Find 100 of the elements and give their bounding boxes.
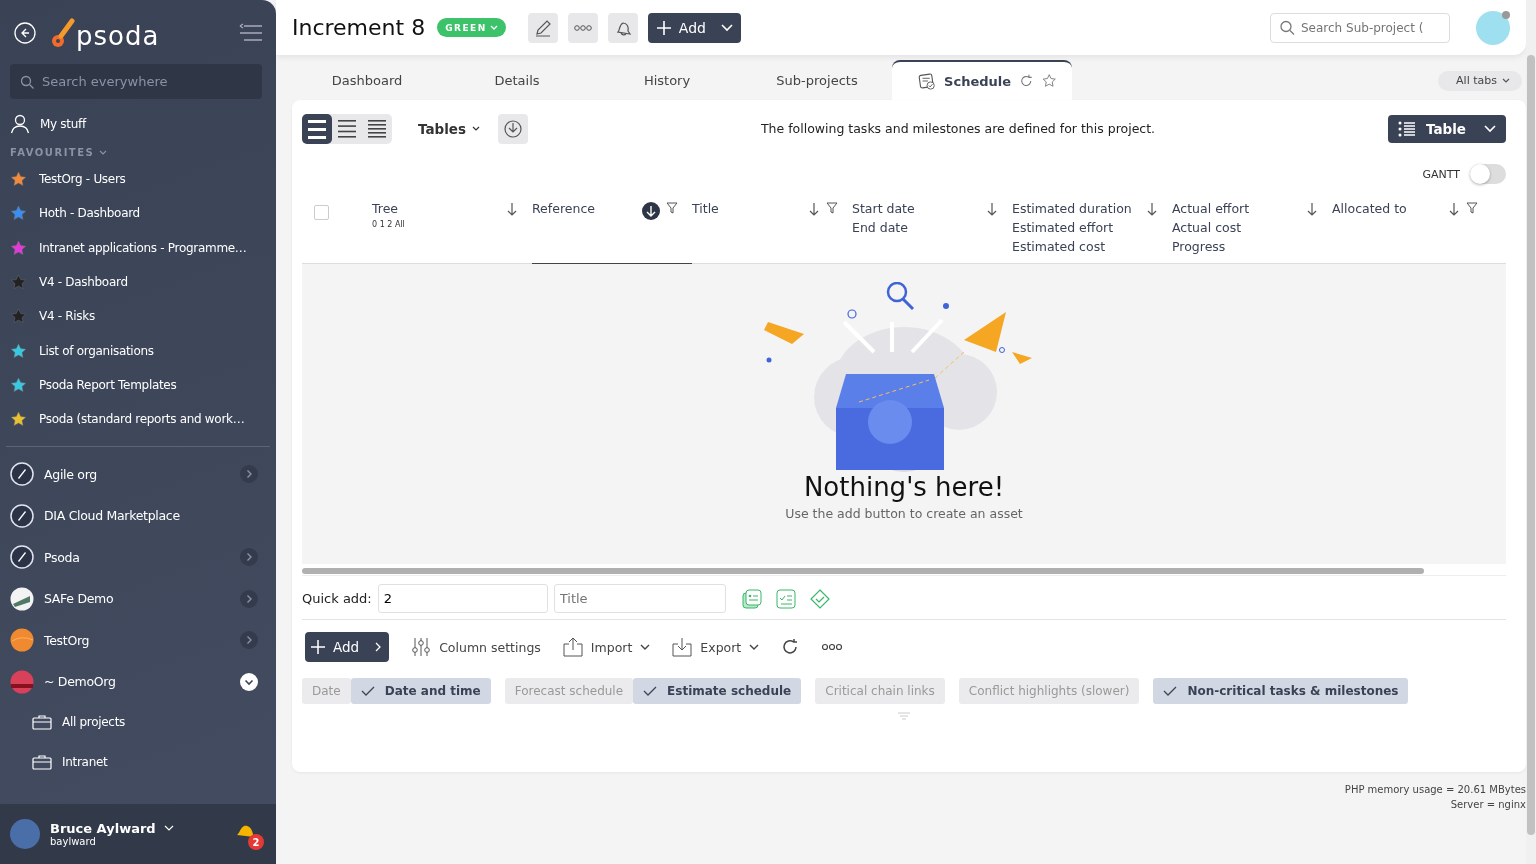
column-header[interactable]: Tree bbox=[372, 199, 405, 218]
tree-level-links[interactable]: 0 1 2 All bbox=[372, 220, 405, 229]
column-settings-button[interactable]: Column settings bbox=[411, 637, 541, 657]
column-header[interactable]: Allocated to bbox=[1332, 199, 1407, 218]
column-header[interactable]: Estimated cost bbox=[1012, 237, 1132, 256]
favourite-link[interactable]: Psoda Report Templates bbox=[0, 367, 276, 403]
option-toggle[interactable]: Non-critical tasks & milestones bbox=[1153, 678, 1409, 704]
column-header[interactable]: End date bbox=[852, 218, 915, 237]
tab[interactable]: History bbox=[592, 60, 742, 100]
server-info-text: PHP memory usage = 20.61 MBytes bbox=[1343, 783, 1526, 797]
filter-icon[interactable] bbox=[826, 202, 838, 214]
option-toggle[interactable]: Estimate schedule bbox=[633, 678, 802, 704]
chevron-down-icon[interactable] bbox=[1502, 77, 1510, 84]
column-header[interactable]: Estimated duration bbox=[1012, 199, 1132, 218]
user-name[interactable]: Bruce Aylward bbox=[50, 821, 156, 836]
tab[interactable]: Details bbox=[442, 60, 592, 100]
reference-input[interactable]: 2 bbox=[377, 584, 548, 613]
all-tabs-button[interactable]: All tabs bbox=[1438, 70, 1522, 91]
presence-dot bbox=[1502, 10, 1510, 19]
title-input[interactable]: Title bbox=[553, 584, 726, 613]
organisation-link[interactable]: Psoda bbox=[0, 536, 276, 578]
upload-icon[interactable] bbox=[562, 637, 583, 657]
chevron-down-icon[interactable] bbox=[640, 643, 651, 651]
add-task-icon[interactable] bbox=[775, 588, 796, 609]
chevron-right-icon[interactable] bbox=[375, 642, 382, 652]
vertical-scrollbar[interactable] bbox=[1526, 0, 1536, 864]
user-login: baylward bbox=[50, 836, 97, 847]
sort-icon[interactable] bbox=[808, 202, 820, 216]
tab[interactable]: Sub-projects bbox=[742, 60, 892, 100]
organisation-avatar-icon bbox=[10, 628, 34, 653]
collapse-icon[interactable] bbox=[240, 672, 258, 691]
favourite-link[interactable]: Intranet applications - Programme… bbox=[0, 230, 276, 265]
organisation-avatar-icon bbox=[10, 503, 34, 528]
favourite-link[interactable]: V4 - Risks bbox=[0, 299, 276, 334]
column-header[interactable]: Actual effort bbox=[1172, 199, 1250, 218]
sort-icon[interactable] bbox=[1146, 202, 1158, 216]
check-icon[interactable] bbox=[360, 685, 375, 697]
organisation-link[interactable]: TestOrg bbox=[0, 619, 276, 661]
density-switch[interactable] bbox=[302, 113, 392, 144]
plus-icon[interactable] bbox=[655, 19, 672, 36]
resize-handle-icon[interactable] bbox=[897, 712, 911, 720]
organisation-link[interactable]: DIA Cloud Marketplace bbox=[0, 494, 276, 537]
filter-icon[interactable] bbox=[1466, 202, 1478, 214]
gantt-toggle[interactable] bbox=[1470, 164, 1506, 184]
tables-dropdown[interactable]: Tables bbox=[412, 119, 487, 138]
filter-icon[interactable] bbox=[666, 202, 678, 214]
column-header[interactable]: Progress bbox=[1172, 237, 1250, 256]
collapse-menu-icon[interactable] bbox=[238, 23, 264, 43]
organisation-link[interactable]: Agile org bbox=[0, 453, 276, 495]
plus-icon[interactable] bbox=[311, 640, 325, 654]
add-button[interactable]: Add bbox=[647, 12, 741, 43]
add-button[interactable]: Add bbox=[305, 632, 390, 662]
view-dropdown[interactable]: Table bbox=[1387, 114, 1506, 143]
organisation-link[interactable]: ~ DemoOrg bbox=[0, 660, 276, 703]
star-icon[interactable] bbox=[1041, 73, 1056, 89]
sort-icon[interactable] bbox=[986, 202, 998, 216]
my-stuff-link[interactable]: My stuff bbox=[0, 107, 276, 141]
check-icon[interactable] bbox=[643, 685, 658, 697]
sliders-icon[interactable] bbox=[411, 637, 432, 657]
favourite-link[interactable]: List of organisations bbox=[0, 333, 276, 368]
chevron-down-icon[interactable] bbox=[749, 643, 760, 651]
search-icon bbox=[1280, 20, 1295, 35]
favourite-link[interactable]: Psoda (standard reports and work… bbox=[0, 402, 276, 437]
favourite-link[interactable]: V4 - Dashboard bbox=[0, 264, 276, 300]
list-icon[interactable] bbox=[1397, 120, 1416, 137]
organisation-avatar-icon bbox=[10, 462, 34, 487]
refresh-icon[interactable] bbox=[781, 638, 800, 656]
server-info-text: Server = nginx bbox=[1449, 798, 1526, 812]
back-icon[interactable] bbox=[14, 22, 36, 44]
favourite-link[interactable]: Hoth - Dashboard bbox=[0, 196, 276, 231]
chevron-down-icon[interactable] bbox=[472, 125, 481, 132]
more-icon[interactable] bbox=[821, 642, 844, 652]
project-link[interactable]: All projects bbox=[0, 702, 276, 743]
empty-state-message: Use the add button to create an asset bbox=[785, 506, 1023, 521]
organisation-link[interactable]: SAFe Demo bbox=[0, 577, 276, 620]
option-toggle[interactable]: Date and time bbox=[350, 678, 491, 704]
search-field[interactable]: Search everywhere bbox=[10, 64, 262, 99]
column-header[interactable]: Reference bbox=[532, 199, 595, 218]
profile-avatar[interactable] bbox=[1476, 10, 1510, 45]
column-header[interactable]: Estimated effort bbox=[1012, 218, 1132, 237]
export-button[interactable]: Export bbox=[672, 637, 760, 657]
tab[interactable]: Dashboard bbox=[292, 60, 442, 100]
column-header[interactable]: Actual cost bbox=[1172, 218, 1250, 237]
project-link[interactable]: Intranet bbox=[0, 742, 276, 783]
sort-icon[interactable] bbox=[506, 202, 518, 216]
import-button[interactable]: Import bbox=[562, 637, 651, 657]
refresh-icon[interactable] bbox=[1019, 73, 1034, 89]
favourite-link[interactable]: TestOrg - Users bbox=[0, 162, 276, 197]
column-header[interactable]: Title bbox=[692, 199, 719, 218]
sort-icon[interactable] bbox=[1448, 202, 1460, 216]
add-task-group-icon[interactable] bbox=[741, 588, 762, 609]
add-milestone-icon[interactable] bbox=[809, 588, 830, 609]
search-field[interactable]: Search Sub-project ( bbox=[1270, 12, 1450, 43]
check-icon[interactable] bbox=[1163, 685, 1178, 697]
download-icon[interactable] bbox=[672, 637, 693, 657]
select-all-checkbox[interactable] bbox=[314, 205, 329, 220]
column-header[interactable]: Start date bbox=[852, 199, 915, 218]
sort-active-icon[interactable] bbox=[642, 202, 660, 220]
sort-icon[interactable] bbox=[1306, 202, 1318, 216]
tab[interactable]: Schedule bbox=[892, 60, 1072, 100]
